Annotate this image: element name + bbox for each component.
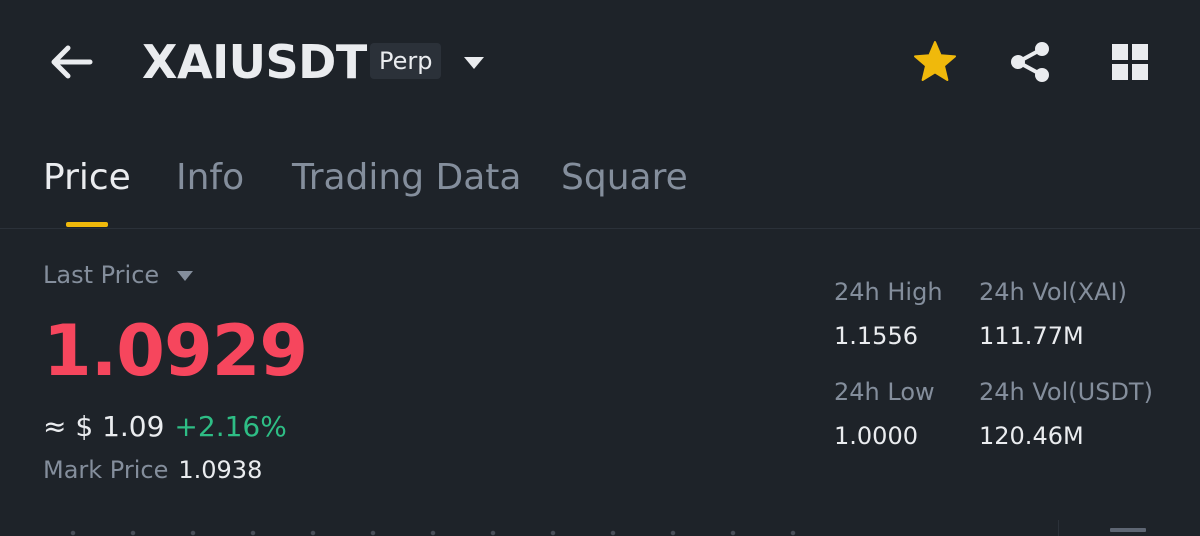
tab-info[interactable]: Info: [176, 156, 244, 200]
vol-base-24h-label: 24h Vol(XAI): [979, 278, 1127, 306]
star-icon: [914, 41, 956, 81]
grid-icon: [1112, 44, 1148, 80]
price-change-percent: +2.16%: [174, 410, 287, 443]
caret-down-icon: [464, 57, 484, 69]
vol-quote-24h-value: 120.46M: [979, 422, 1084, 450]
layout-menu-button[interactable]: [1108, 42, 1152, 82]
mark-price-value: 1.0938: [178, 456, 263, 484]
toolbar-divider: [1058, 520, 1059, 536]
tab-trading-data[interactable]: Trading Data: [292, 156, 521, 200]
price-summary-line: ≈ $ 1.09 +2.16%: [43, 408, 287, 446]
timeframe-row-partial: [43, 530, 803, 536]
low-24h-label: 24h Low: [834, 378, 935, 406]
tab-square[interactable]: Square: [561, 156, 688, 200]
high-24h-label: 24h High: [834, 278, 943, 306]
vol-base-24h-value: 111.77M: [979, 322, 1084, 350]
contract-type-badge[interactable]: Perp: [370, 43, 442, 79]
mark-price-line: Mark Price 1.0938: [43, 454, 262, 486]
tab-price[interactable]: Price: [43, 156, 131, 200]
price-type-caret[interactable]: [176, 267, 194, 281]
share-button[interactable]: [1008, 40, 1054, 84]
tab-divider: [0, 228, 1200, 229]
share-icon: [1011, 42, 1049, 82]
price-type-selector[interactable]: Last Price: [43, 260, 159, 290]
active-tab-indicator: [66, 222, 108, 227]
caret-down-icon: [177, 271, 193, 281]
high-24h-value: 1.1556: [834, 322, 918, 350]
symbol-title: XAIUSDT: [142, 35, 367, 89]
favorite-button[interactable]: [912, 40, 958, 84]
back-button[interactable]: [44, 40, 96, 84]
mark-price-label: Mark Price: [43, 456, 169, 484]
low-24h-value: 1.0000: [834, 422, 918, 450]
tab-bar: Price Info Trading Data Square: [0, 150, 1200, 228]
market-detail-screen: XAIUSDT Perp Price Info Trading Data Squ…: [0, 0, 1200, 536]
chart-settings-icon[interactable]: [1110, 528, 1146, 532]
contract-dropdown-caret[interactable]: [463, 55, 485, 69]
usd-approx-price: ≈ $ 1.09: [43, 410, 165, 443]
arrow-left-icon: [51, 45, 93, 79]
last-price-value: 1.0929: [43, 310, 308, 392]
vol-quote-24h-label: 24h Vol(USDT): [979, 378, 1153, 406]
